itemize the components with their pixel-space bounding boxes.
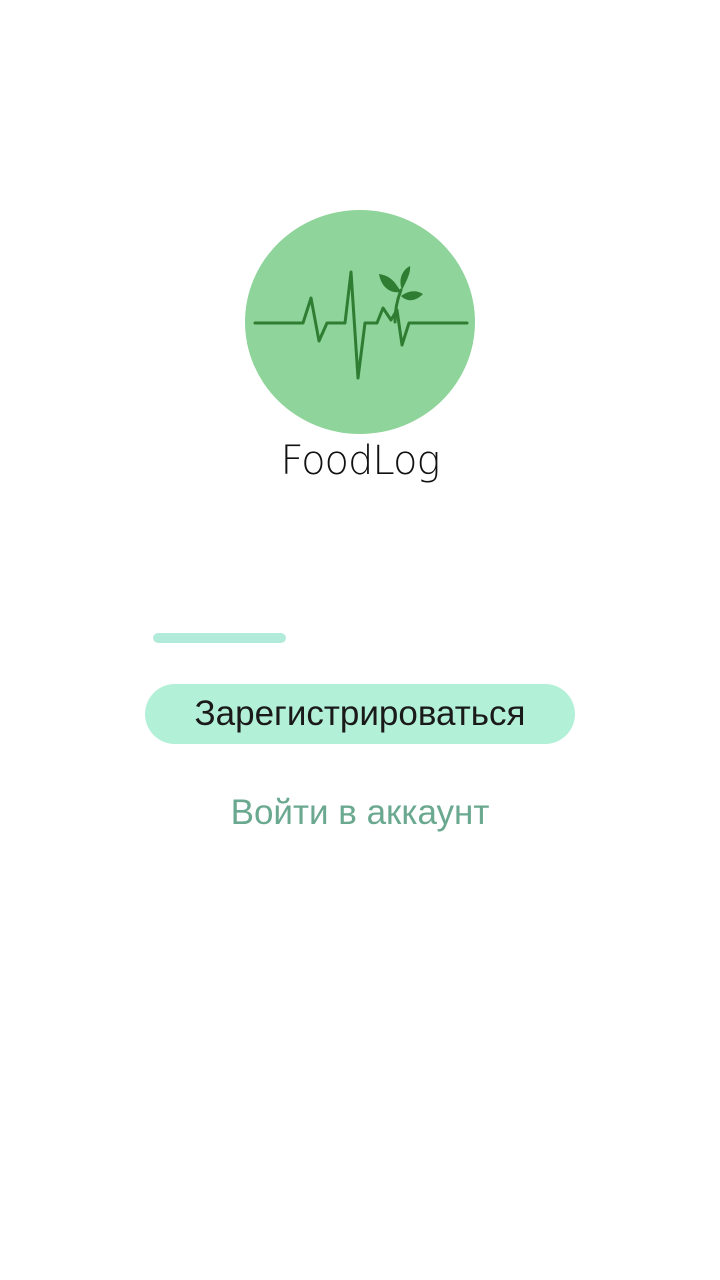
login-link[interactable]: Войти в аккаунт	[160, 793, 560, 833]
loading-progress-fill	[153, 633, 286, 643]
welcome-screen: FoodLog Зарегистрироваться Войти в аккау…	[0, 0, 720, 1280]
app-logo	[245, 210, 475, 434]
heartbeat-leaf-icon	[253, 266, 469, 380]
loading-progress-bar	[153, 633, 286, 643]
app-name: FoodLog	[280, 438, 441, 484]
register-button[interactable]: Зарегистрироваться	[145, 684, 575, 744]
